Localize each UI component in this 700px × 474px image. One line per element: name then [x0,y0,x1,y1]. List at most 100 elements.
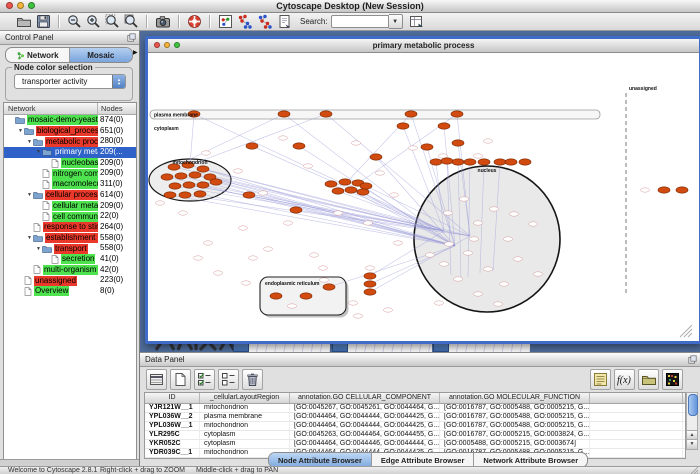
tab-overflow-arrow[interactable]: ▶ [133,49,138,56]
new-doc-button[interactable] [170,369,191,390]
tab-network[interactable]: Network [6,48,70,62]
graph-node[interactable] [405,111,417,117]
graph-node[interactable] [345,187,357,193]
layout-blue-red-icon[interactable] [257,14,273,30]
graph-node-small[interactable] [464,251,473,255]
graph-node-small[interactable] [320,278,329,282]
graph-node-small[interactable] [490,207,499,211]
graph-node[interactable] [189,172,201,178]
graph-node-small[interactable] [474,154,483,158]
graph-node-small[interactable] [288,304,297,308]
table-cell[interactable] [590,422,683,430]
expand-triangle-icon[interactable]: ▼ [17,126,24,136]
tree-column-nodes[interactable]: Nodes [101,104,123,113]
graph-node-small[interactable] [460,197,469,201]
graph-node-small[interactable] [234,169,243,173]
graph-node[interactable] [478,159,490,165]
table-cell[interactable]: [GO:0016787, GO:0005488, GO:0005215, G..… [440,413,590,421]
attribute-table[interactable]: ID_cellularLayoutRegionannotation.GO CEL… [144,392,686,459]
graph-node[interactable] [364,273,376,279]
expand-triangle-icon[interactable]: ▼ [26,137,33,147]
graph-node-small[interactable] [445,242,454,246]
table-row-yjr121w__1[interactable]: YJR121W__1mitochondrion[GO:0045267, GO:0… [145,404,685,413]
graph-node-small[interactable] [444,211,453,215]
graph-node-small[interactable] [529,222,538,226]
graph-node-small[interactable] [214,271,223,275]
float-panel-icon[interactable] [127,33,136,42]
graph-node-small[interactable] [366,266,375,270]
graph-node[interactable] [364,289,376,295]
graph-node-small[interactable] [454,277,463,281]
table-scrollbar[interactable]: ▲ ▼ [686,392,698,450]
tree-row-cellular-process[interactable]: ▼cellular process614(0) [4,190,136,201]
table-cell[interactable]: [GO:0016787, GO:0005215, GO:0003824, G..… [440,431,590,439]
table-cell[interactable] [590,440,683,448]
graph-node[interactable] [451,111,463,117]
zoom-selected-icon[interactable] [105,14,120,30]
graph-node[interactable] [332,188,344,194]
graph-node[interactable] [175,173,187,179]
graph-node-small[interactable] [279,136,288,140]
tab-network-attribute-browser[interactable]: Network Attribute Browser [474,453,587,467]
tab-node-attribute-browser[interactable]: Node Attribute Browser [269,453,372,467]
table-cell[interactable]: [GO:0016787, GO:0005488, GO:0005215, G..… [440,422,590,430]
graph-node[interactable] [293,143,305,149]
graph-node[interactable] [438,123,450,129]
graph-node-small[interactable] [384,308,393,312]
graph-node[interactable] [364,281,376,287]
table-cell[interactable]: [GO:0005488, GO:0005215, GO:0003674] [440,440,590,448]
table-cell[interactable]: [GO:0044464, GO:0044444, GO:0044425, G..… [290,422,440,430]
graph-node-small[interactable] [354,314,363,318]
graph-node-small[interactable] [242,281,251,285]
tree-row-cell-communicat[interactable]: cell communicat22(0) [4,211,136,222]
table-cell[interactable]: [GO:0044464, GO:0044444, GO:0044425, G..… [290,413,440,421]
tab-edge-attribute-browser[interactable]: Edge Attribute Browser [372,453,474,467]
frame-resize-grip[interactable] [680,325,692,337]
graph-node-small[interactable] [435,301,444,305]
graph-node-small[interactable] [394,241,403,245]
graph-node[interactable] [357,189,369,195]
graph-node-small[interactable] [504,237,513,241]
column-header--cellularlayoutregion[interactable]: _cellularLayoutRegion [200,393,290,403]
graph-node-small[interactable] [470,237,479,241]
graph-node-small[interactable] [494,302,503,306]
graph-node[interactable] [246,143,258,149]
tree-row-establishment-of-lo[interactable]: ▼establishment of lo558(0) [4,233,136,244]
column-header-id[interactable]: ID [145,393,200,403]
tree-row-nitrogen-compo[interactable]: nitrogen compo209(0) [4,168,136,179]
graph-node-small[interactable] [264,247,273,251]
graph-node-small[interactable] [202,151,211,155]
zoom-fit-icon[interactable] [124,14,139,30]
graph-node[interactable] [320,111,332,117]
graph-node[interactable] [494,159,506,165]
graph-node-small[interactable] [426,253,435,257]
save-icon[interactable] [36,14,51,30]
graph-node[interactable] [325,181,337,187]
help-icon[interactable] [187,14,202,30]
cell-id[interactable]: YJR121W__1 [145,404,200,412]
graph-node[interactable] [164,192,176,198]
graph-node-small[interactable] [376,171,385,175]
graph-node[interactable] [452,140,464,146]
expand-triangle-icon[interactable]: ▼ [26,190,33,200]
column-header-empty[interactable] [590,393,683,403]
tree-row-macromolecule[interactable]: macromolecule311(0) [4,179,136,190]
graph-node-small[interactable] [179,211,188,215]
tree-row-overview[interactable]: Overview8(0) [4,286,136,297]
tree-row-biological-process[interactable]: ▼biological_process651(0) [4,126,136,137]
cell-id[interactable]: YPL036W__2 [145,413,200,421]
scrollbar-thumb[interactable] [688,394,698,416]
graph-node-small[interactable] [352,141,361,145]
graph-node-small[interactable] [239,226,248,230]
graph-node[interactable] [197,166,209,172]
graph-node-small[interactable] [310,253,319,257]
graph-node-small[interactable] [249,256,258,260]
tree-row-cellular-metabo[interactable]: cellular metabo209(0) [4,201,136,212]
graph-node-small[interactable] [304,164,313,168]
graph-node-small[interactable] [500,282,509,286]
graph-node-small[interactable] [334,211,343,215]
cell-id[interactable]: YDR039C__1 [145,449,200,457]
graph-node[interactable] [278,111,290,117]
graph-node[interactable] [464,159,476,165]
graph-node[interactable] [194,191,206,197]
